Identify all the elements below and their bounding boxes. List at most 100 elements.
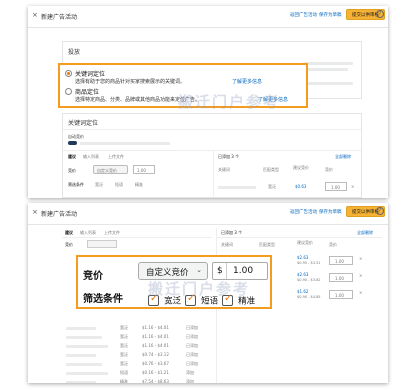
row-match-type: 宽泛 [120, 325, 128, 330]
list-item: 宽泛 $0.74 - $3.12 已添加 [62, 351, 212, 360]
keyword-placeholder [66, 327, 96, 330]
row-action[interactable]: 添加 [186, 370, 194, 376]
row-suggested-price: $2.63 [297, 255, 309, 260]
remove-row-icon[interactable]: × [359, 273, 362, 278]
close-icon[interactable]: × [32, 11, 38, 19]
col-suggested-bid: 建议竞价 [297, 240, 313, 245]
list-item: 精准 $7.54 - $8.63 添加 [62, 378, 212, 383]
row-action[interactable]: 已添加 [186, 325, 198, 331]
back-to-campaigns-link[interactable]: 返回广告活动 [290, 209, 317, 215]
row-match-type: 宽泛 [120, 343, 128, 348]
page-title: 新建广告活动 [41, 14, 78, 21]
filter-broad[interactable]: 宽泛 [95, 182, 103, 188]
tab-suggested[interactable]: 建议 [68, 154, 76, 160]
keyword-learn-more-link[interactable]: 了解更多信息 [232, 78, 262, 85]
row-action[interactable]: 已添加 [186, 334, 198, 340]
bid-type-select[interactable]: 自定义竞价 [93, 165, 128, 174]
list-item: 宽泛 $1.16 - $4.01 已添加 [62, 333, 212, 342]
row-match-type: 宽泛 [120, 352, 128, 357]
auto-bid-toggle[interactable] [68, 141, 77, 145]
auto-bid-label: 自动竞价 [68, 134, 84, 139]
col-suggested-bid: 建议竞价 [293, 165, 309, 170]
remove-row-icon[interactable]: × [359, 290, 362, 295]
row-bid-range: $0.90 - $4.85 [297, 295, 321, 299]
placeholder-text [303, 62, 353, 65]
row-match-type: 短语 [120, 370, 128, 375]
remove-all-link[interactable]: 全部删除 [357, 230, 373, 236]
help-icon[interactable]: ? [376, 207, 384, 215]
bid-label-large: 竞价 [83, 271, 103, 282]
targeting-section-title: 投放 [68, 49, 81, 56]
tab-enter-list[interactable]: 输入列表 [80, 230, 96, 236]
bid-input[interactable]: 1.00 [133, 165, 155, 174]
col-keyword: 关键词 [218, 167, 230, 172]
back-to-campaigns-link[interactable]: 返回广告活动 [290, 12, 317, 18]
col-bid: 竞价 [325, 167, 333, 172]
list-item: 宽泛 $1.16 - $4.01 已添加 [62, 324, 212, 333]
keyword-targeting-desc: 选择有助于您的商品针对买家搜索展示的关键词。 [75, 79, 186, 85]
bid-label: 竞价 [65, 242, 73, 247]
placeholder-text [303, 68, 348, 71]
watermark-text: 搬迁门户参考 [148, 280, 251, 298]
keyword-placeholder [66, 381, 96, 383]
row-match-type: 宽泛 [268, 184, 276, 189]
keyword-placeholder [66, 336, 102, 339]
list-item: 宽泛 $1.16 - $4.01 已添加 [62, 342, 212, 351]
filter-label-large: 筛选条件 [83, 294, 123, 305]
row-match-type: 宽泛 [120, 334, 128, 339]
watermark-text: 搬迁门户参考 [178, 93, 281, 111]
tab-upload-file[interactable]: 上传文件 [104, 230, 120, 236]
row-match-type: 精准 [120, 379, 128, 383]
row-bid-input[interactable]: 1.00 [329, 256, 353, 265]
bottom-screenshot-panel: × 新建广告活动 返回广告活动 保存为草稿 提交以供审核 ? 建议 输入列表 上… [28, 203, 388, 383]
remove-all-link[interactable]: 全部删除 [335, 154, 351, 160]
top-screenshot-panel: × 新建广告活动 返回广告活动 保存为草稿 提交以供审核 ? 投放 关键词定位 … [28, 6, 388, 198]
close-icon[interactable]: × [32, 208, 38, 216]
filter-phrase[interactable]: 短语 [115, 182, 123, 188]
remove-row-icon[interactable]: × [359, 256, 362, 261]
keyword-placeholder [66, 354, 96, 357]
row-suggested-price: $2.63 [297, 272, 309, 277]
added-count: 已添加 3 个 [221, 230, 243, 235]
page-title: 新建广告活动 [41, 211, 78, 218]
bottom-header: × 新建广告活动 返回广告活动 保存为草稿 提交以供审核 ? [28, 203, 388, 225]
row-suggested-price: $0.63 [295, 184, 307, 189]
filter-exact[interactable]: 精准 [135, 182, 143, 188]
keyword-targeting-section-title: 关键词定位 [68, 120, 99, 127]
row-action[interactable]: 已添加 [186, 343, 198, 349]
placeholder-text [303, 82, 353, 85]
help-icon[interactable]: ? [376, 10, 384, 18]
row-bid-range: $0.76 - $3.67 [142, 361, 169, 366]
list-item: 宽泛 $0.76 - $3.67 已添加 [62, 360, 212, 369]
currency-symbol: $ [217, 266, 223, 276]
bid-label: 竞价 [68, 168, 76, 173]
product-targeting-title: 商品定位 [75, 89, 100, 96]
save-draft-link[interactable]: 保存为草稿 [319, 12, 342, 18]
row-action[interactable]: 已添加 [186, 361, 198, 367]
keyword-targeting-radio[interactable] [65, 70, 72, 77]
product-targeting-radio[interactable] [65, 88, 72, 95]
row-suggested-price: $1.62 [297, 289, 309, 294]
row-bid-range: $0.74 - $3.12 [142, 352, 169, 357]
list-item: 短语 $0.16 - $1.21 添加 [62, 369, 212, 378]
keyword-placeholder [66, 363, 102, 366]
row-bid-range: $7.54 - $8.63 [142, 379, 169, 383]
keyword-placeholder [66, 345, 108, 348]
row-action[interactable]: 已添加 [186, 352, 198, 358]
col-match-type: 匹配类型 [263, 167, 279, 172]
row-bid-range: $0.95 - $3.51 [297, 261, 321, 265]
row-bid-range: $0.16 - $1.21 [142, 370, 169, 375]
tab-suggested[interactable]: 建议 [65, 230, 73, 236]
save-draft-link[interactable]: 保存为草稿 [319, 209, 342, 215]
row-bid-range: $0.90 - $3.82 [297, 278, 321, 282]
row-bid-input[interactable]: 1.00 [325, 182, 347, 191]
tab-upload-file[interactable]: 上传文件 [108, 154, 124, 160]
row-bid-input[interactable]: 1.00 [329, 290, 353, 299]
remove-row-icon[interactable]: × [351, 184, 354, 189]
row-bid-input[interactable]: 1.00 [329, 273, 353, 282]
col-bid: 竞价 [329, 242, 337, 247]
tab-enter-list[interactable]: 输入列表 [83, 154, 99, 160]
row-match-type: 宽泛 [120, 361, 128, 366]
top-header: × 新建广告活动 返回广告活动 保存为草稿 提交以供审核 ? [28, 6, 388, 28]
row-action[interactable]: 添加 [186, 379, 194, 383]
